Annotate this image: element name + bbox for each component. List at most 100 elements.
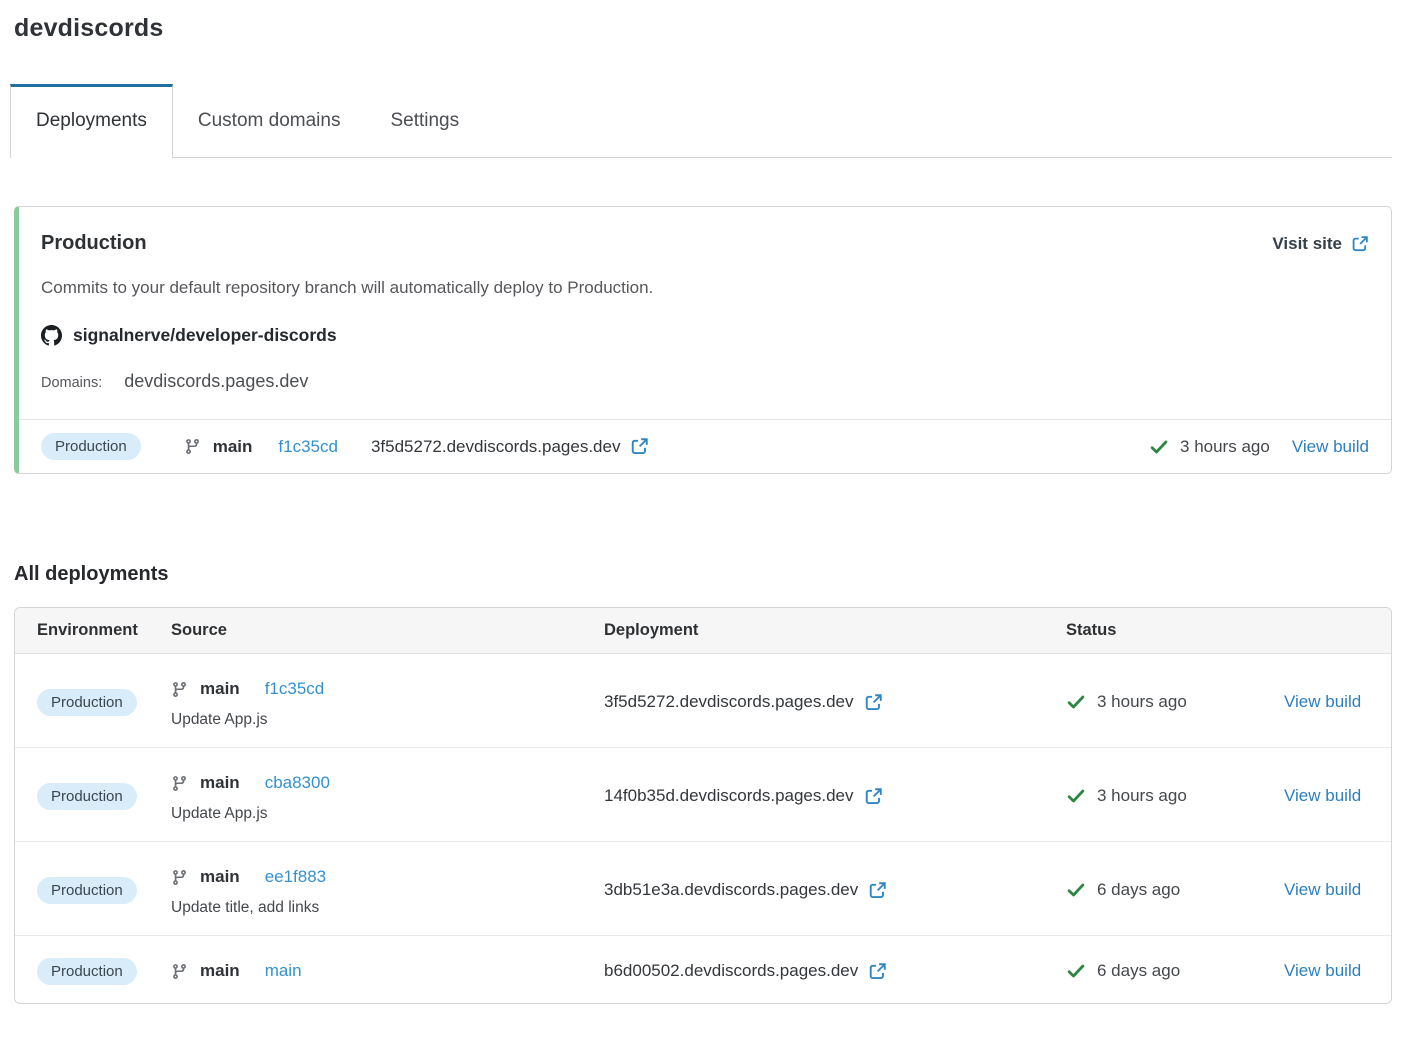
repo-name: signalnerve/developer-discords [73,325,337,346]
view-build-link[interactable]: View build [1292,437,1369,457]
table-header: Environment Source Deployment Status [15,608,1391,654]
branch-name: main [213,437,253,457]
actions-cell: View build [1284,863,1369,917]
check-icon [1066,786,1086,806]
environment-badge: Production [37,689,137,716]
external-link-icon [1351,235,1369,253]
status-time: 3 hours ago [1180,437,1270,457]
external-link-icon[interactable] [868,962,887,981]
status-group: 3 hours ago [1149,437,1270,457]
external-link-icon[interactable] [864,693,883,712]
column-header-status: Status [1066,621,1284,640]
deployment-cell: 3db51e3a.devdiscords.pages.dev [604,863,1066,917]
environment-cell: Production [37,863,171,917]
deployment-cell: 14f0b35d.devdiscords.pages.dev [604,769,1066,823]
actions-cell: View build [1284,769,1369,823]
deployment-url: 3f5d5272.devdiscords.pages.dev [371,437,621,457]
commit-link[interactable]: f1c35cd [265,679,325,699]
source-cell: main cba8300 Update App.js [171,769,604,823]
domains-label: Domains: [41,375,102,391]
environment-badge: Production [37,783,137,810]
branch-name: main [200,679,240,699]
check-icon [1149,437,1169,457]
branch-name: main [200,961,240,981]
column-header-actions [1284,621,1369,640]
actions-cell: View build [1284,957,1369,985]
check-icon [1066,961,1086,981]
status-cell: 3 hours ago [1066,675,1284,729]
deployment-url: 3db51e3a.devdiscords.pages.dev [604,880,858,900]
status-cell: 6 days ago [1066,957,1284,985]
visit-site-label: Visit site [1272,234,1342,254]
source-cell: main f1c35cd Update App.js [171,675,604,729]
environment-cell: Production [37,675,171,729]
visit-site-link[interactable]: Visit site [1272,234,1369,254]
tab-deployments[interactable]: Deployments [10,84,173,158]
git-branch-icon [171,775,188,792]
git-branch-icon [171,681,188,698]
branch-name: main [200,867,240,887]
column-header-deployment: Deployment [604,621,1066,640]
status-time: 3 hours ago [1097,786,1187,806]
commit-message: Update title, add links [171,899,604,917]
repo-row: signalnerve/developer-discords [41,325,1369,346]
production-description: Commits to your default repository branc… [41,278,1369,298]
status-time: 6 days ago [1097,880,1180,900]
table-row: Production main main b6d00502.devdiscord… [15,936,1391,1003]
git-branch-icon [171,963,188,980]
check-icon [1066,692,1086,712]
source-cell: main main [171,957,604,985]
commit-message: Update App.js [171,711,604,729]
tab-settings[interactable]: Settings [365,85,484,157]
environment-cell: Production [37,769,171,823]
table-row: Production main f1c35cd Update App.js 3f… [15,654,1391,748]
deployment-cell: 3f5d5272.devdiscords.pages.dev [604,675,1066,729]
commit-message: Update App.js [171,805,604,823]
commit-link[interactable]: cba8300 [265,773,330,793]
deployments-table: Environment Source Deployment Status Pro… [14,607,1392,1004]
git-branch-icon [171,869,188,886]
environment-badge: Production [41,433,141,460]
domains-row: Domains: devdiscords.pages.dev [41,371,1369,419]
column-header-environment: Environment [37,621,171,640]
view-build-link[interactable]: View build [1284,961,1361,981]
external-link-icon[interactable] [630,437,649,456]
view-build-link[interactable]: View build [1284,880,1361,900]
environment-badge: Production [37,877,137,904]
check-icon [1066,880,1086,900]
external-link-icon[interactable] [868,881,887,900]
tab-bar: Deployments Custom domains Settings [10,84,1392,158]
status-cell: 6 days ago [1066,863,1284,917]
domains-value: devdiscords.pages.dev [124,371,308,392]
all-deployments-title: All deployments [14,563,1392,586]
view-build-link[interactable]: View build [1284,692,1361,712]
column-header-source: Source [171,621,604,640]
table-row: Production main ee1f883 Update title, ad… [15,842,1391,936]
view-build-link[interactable]: View build [1284,786,1361,806]
status-time: 3 hours ago [1097,692,1187,712]
status-cell: 3 hours ago [1066,769,1284,823]
git-branch-icon [184,438,201,455]
deployment-cell: b6d00502.devdiscords.pages.dev [604,957,1066,985]
page-title: devdiscords [14,14,1392,43]
commit-link[interactable]: f1c35cd [278,437,338,457]
github-icon [41,325,62,346]
production-card-title: Production [41,232,147,255]
production-deployment-row: Production main f1c35cd 3f5d5272.devdisc… [19,419,1391,473]
tab-custom-domains[interactable]: Custom domains [173,85,366,157]
commit-link[interactable]: ee1f883 [265,867,326,887]
page-root: devdiscords Deployments Custom domains S… [0,14,1413,1004]
environment-badge: Production [37,958,137,985]
branch-name: main [200,773,240,793]
source-cell: main ee1f883 Update title, add links [171,863,604,917]
production-card: Production Visit site Commits to your de… [14,206,1392,474]
actions-cell: View build [1284,675,1369,729]
external-link-icon[interactable] [864,787,883,806]
deployment-url: 14f0b35d.devdiscords.pages.dev [604,786,854,806]
environment-cell: Production [37,957,171,985]
commit-link[interactable]: main [265,961,302,981]
table-row: Production main cba8300 Update App.js 14… [15,748,1391,842]
deployment-url: 3f5d5272.devdiscords.pages.dev [604,692,854,712]
status-time: 6 days ago [1097,961,1180,981]
deployment-url: b6d00502.devdiscords.pages.dev [604,961,858,981]
